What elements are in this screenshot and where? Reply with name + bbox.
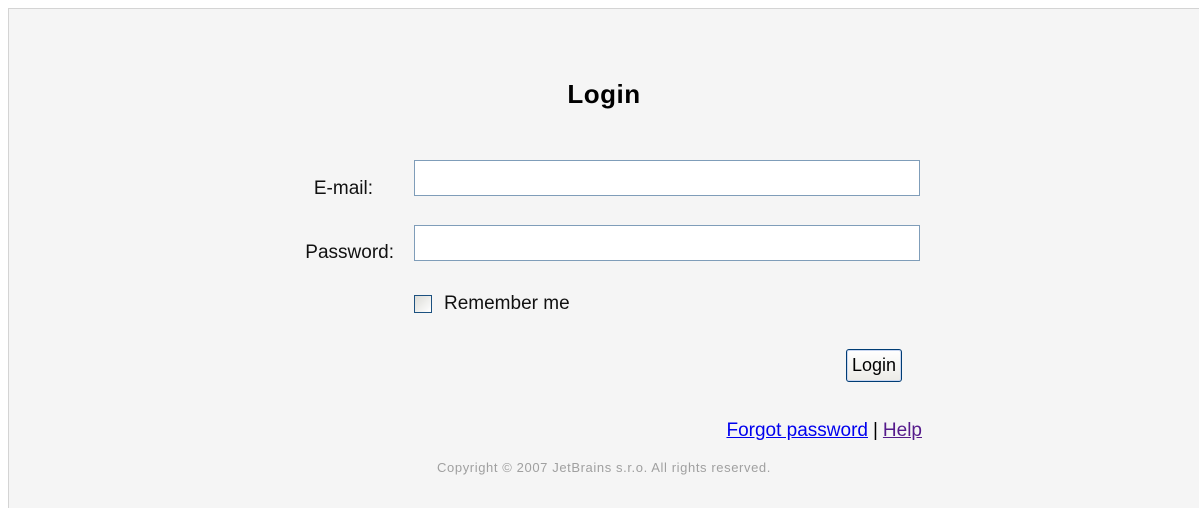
copyright-text: Copyright © 2007 JetBrains s.r.o. All ri…: [437, 460, 771, 475]
help-links: Forgot password | Help: [609, 420, 922, 442]
login-button[interactable]: Login: [846, 349, 903, 382]
remember-me-label[interactable]: Remember me: [444, 293, 570, 315]
email-label: E-mail:: [313, 178, 373, 199]
remember-me-checkbox[interactable]: [414, 295, 432, 313]
email-field[interactable]: [414, 160, 920, 196]
page-title: Login: [567, 79, 641, 109]
remember-me-option[interactable]: Remember me: [414, 293, 570, 315]
password-field[interactable]: [414, 225, 920, 261]
link-separator: |: [872, 420, 878, 441]
help-link[interactable]: Help: [883, 420, 922, 441]
login-panel: Login E-mail: Password: Remember me Logi…: [8, 8, 1199, 508]
forgot-password-link[interactable]: Forgot password: [726, 420, 868, 441]
password-label: Password:: [305, 242, 394, 263]
